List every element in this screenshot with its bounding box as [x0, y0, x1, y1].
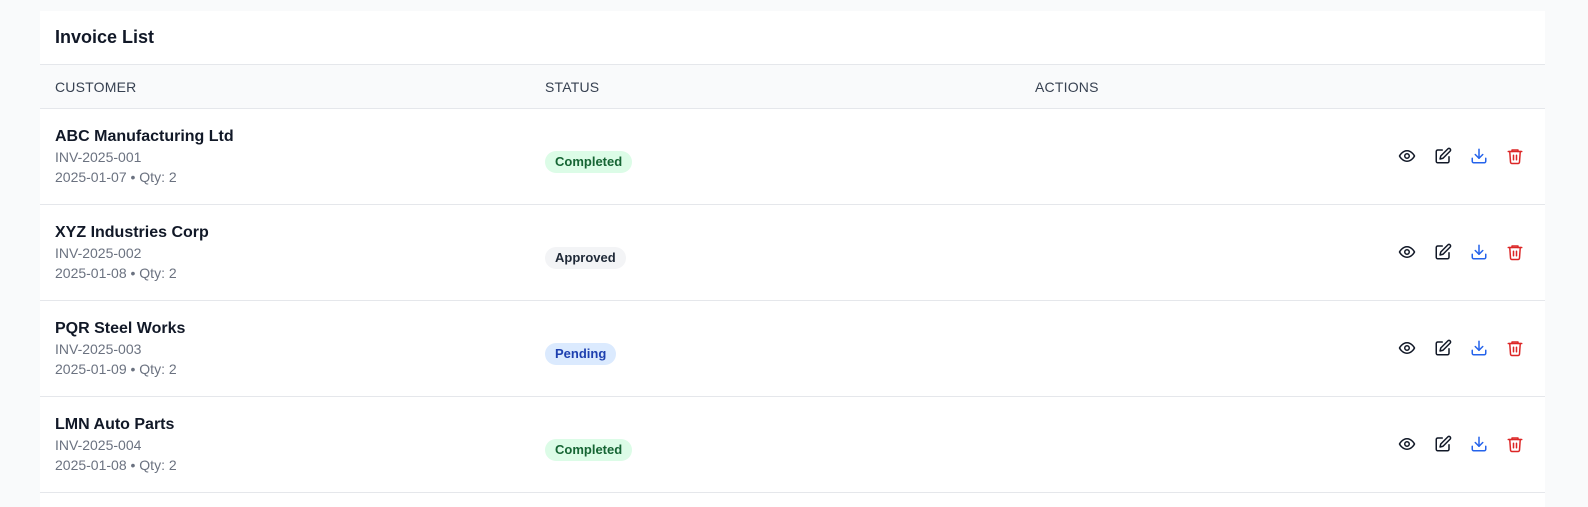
row-actions [1397, 145, 1525, 167]
invoice-number: INV-2025-003 [55, 341, 142, 357]
invoice-meta: 2025-01-08 • Qty: 2 [55, 457, 177, 473]
invoice-meta: 2025-01-07 • Qty: 2 [55, 169, 177, 185]
table-row: PQR Steel Works INV-2025-003 2025-01-09 … [40, 301, 1545, 397]
table-header: CUSTOMER STATUS ACTIONS [40, 64, 1545, 109]
customer-name: LMN Auto Parts [55, 416, 175, 433]
customer-name: ABC Manufacturing Ltd [55, 128, 234, 145]
table-row: LMN Auto Parts INV-2025-004 2025-01-08 •… [40, 397, 1545, 493]
card-title: Invoice List [55, 27, 155, 47]
status-badge: Completed [545, 439, 633, 461]
eye-icon[interactable] [1397, 146, 1417, 166]
edit-icon[interactable] [1433, 434, 1453, 454]
column-header-actions: ACTIONS [1035, 78, 1099, 95]
status-badge: Pending [545, 343, 617, 365]
table-row: XYZ Industries Corp INV-2025-002 2025-01… [40, 205, 1545, 301]
eye-icon[interactable] [1397, 338, 1417, 358]
download-icon[interactable] [1469, 338, 1489, 358]
invoice-number: INV-2025-001 [55, 149, 142, 165]
status-badge: Completed [545, 151, 633, 173]
edit-icon[interactable] [1433, 146, 1453, 166]
trash-icon[interactable] [1505, 242, 1525, 262]
customer-cell: ABC Manufacturing Ltd INV-2025-001 2025-… [55, 127, 234, 187]
column-header-customer: CUSTOMER [55, 78, 137, 95]
invoice-number: INV-2025-004 [55, 437, 142, 453]
download-icon[interactable] [1469, 242, 1489, 262]
trash-icon[interactable] [1505, 434, 1525, 454]
eye-icon[interactable] [1397, 434, 1417, 454]
download-icon[interactable] [1469, 434, 1489, 454]
card-header: Invoice List [40, 11, 1545, 64]
invoice-meta: 2025-01-09 • Qty: 2 [55, 361, 177, 377]
edit-icon[interactable] [1433, 242, 1453, 262]
customer-cell: XYZ Industries Corp INV-2025-002 2025-01… [55, 223, 209, 283]
row-actions [1397, 241, 1525, 263]
edit-icon[interactable] [1433, 338, 1453, 358]
row-actions [1397, 337, 1525, 359]
download-icon[interactable] [1469, 146, 1489, 166]
invoice-number: INV-2025-002 [55, 245, 142, 261]
customer-cell: LMN Auto Parts INV-2025-004 2025-01-08 •… [55, 415, 177, 475]
customer-cell: PQR Steel Works INV-2025-003 2025-01-09 … [55, 319, 185, 379]
customer-name: XYZ Industries Corp [55, 224, 209, 241]
eye-icon[interactable] [1397, 242, 1417, 262]
column-header-status: STATUS [545, 78, 600, 95]
row-actions [1397, 433, 1525, 455]
trash-icon[interactable] [1505, 338, 1525, 358]
customer-name: PQR Steel Works [55, 320, 186, 337]
table-row: ABC Manufacturing Ltd INV-2025-001 2025-… [40, 109, 1545, 205]
status-badge: Approved [545, 247, 626, 269]
invoice-list-card: Invoice List CUSTOMER STATUS ACTIONS ABC… [40, 11, 1545, 507]
trash-icon[interactable] [1505, 146, 1525, 166]
invoice-meta: 2025-01-08 • Qty: 2 [55, 265, 177, 281]
